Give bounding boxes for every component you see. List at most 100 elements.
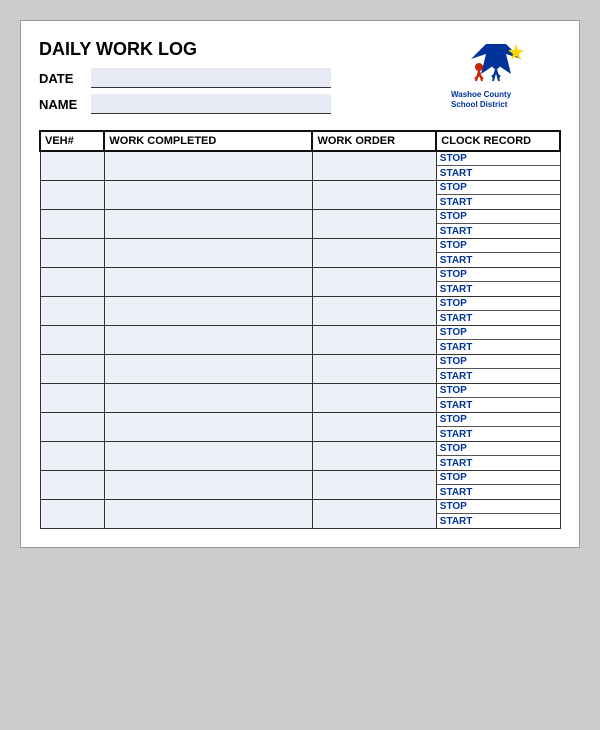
work-completed-cell[interactable] xyxy=(104,471,312,500)
header-work-completed: WORK COMPLETED xyxy=(104,131,312,151)
table-row: STOPSTART xyxy=(40,442,560,471)
page-title: DAILY WORK LOG xyxy=(39,39,431,60)
veh-cell[interactable] xyxy=(40,239,104,268)
date-label: DATE xyxy=(39,71,87,86)
clock-cell[interactable]: STOPSTART xyxy=(436,151,560,181)
clock-cell[interactable]: STOPSTART xyxy=(436,239,560,268)
work-order-cell[interactable] xyxy=(312,500,436,529)
table-row: STOPSTART xyxy=(40,326,560,355)
start-label: START xyxy=(437,195,560,209)
clock-cell[interactable]: STOPSTART xyxy=(436,500,560,529)
work-completed-cell[interactable] xyxy=(104,326,312,355)
work-completed-cell[interactable] xyxy=(104,384,312,413)
start-label: START xyxy=(437,427,560,441)
name-field-row: NAME xyxy=(39,94,431,114)
work-completed-cell[interactable] xyxy=(104,500,312,529)
work-completed-cell[interactable] xyxy=(104,268,312,297)
work-order-cell[interactable] xyxy=(312,239,436,268)
work-order-cell[interactable] xyxy=(312,355,436,384)
stop-label: STOP xyxy=(437,210,560,224)
date-field-row: DATE xyxy=(39,68,431,88)
stop-label: STOP xyxy=(437,355,560,369)
clock-cell[interactable]: STOPSTART xyxy=(436,181,560,210)
start-label: START xyxy=(437,253,560,267)
work-order-cell[interactable] xyxy=(312,268,436,297)
header-clock-record: CLOCK RECORD xyxy=(436,131,560,151)
work-order-cell[interactable] xyxy=(312,181,436,210)
work-completed-cell[interactable] xyxy=(104,239,312,268)
start-label: START xyxy=(437,166,560,180)
work-order-cell[interactable] xyxy=(312,384,436,413)
clock-cell[interactable]: STOPSTART xyxy=(436,384,560,413)
work-completed-cell[interactable] xyxy=(104,355,312,384)
work-order-cell[interactable] xyxy=(312,210,436,239)
veh-cell[interactable] xyxy=(40,384,104,413)
table-row: STOPSTART xyxy=(40,239,560,268)
stop-label: STOP xyxy=(437,239,560,253)
work-completed-cell[interactable] xyxy=(104,151,312,181)
veh-cell[interactable] xyxy=(40,326,104,355)
clock-cell[interactable]: STOPSTART xyxy=(436,413,560,442)
table-row: STOPSTART xyxy=(40,413,560,442)
table-row: STOPSTART xyxy=(40,268,560,297)
start-label: START xyxy=(437,398,560,412)
work-completed-cell[interactable] xyxy=(104,413,312,442)
table-row: STOPSTART xyxy=(40,500,560,529)
veh-cell[interactable] xyxy=(40,442,104,471)
veh-cell[interactable] xyxy=(40,268,104,297)
work-completed-cell[interactable] xyxy=(104,442,312,471)
veh-cell[interactable] xyxy=(40,500,104,529)
veh-cell[interactable] xyxy=(40,181,104,210)
name-label: NAME xyxy=(39,97,87,112)
logo-area: Washoe County School District xyxy=(431,39,561,109)
start-label: START xyxy=(437,340,560,354)
clock-cell[interactable]: STOPSTART xyxy=(436,442,560,471)
clock-cell[interactable]: STOPSTART xyxy=(436,326,560,355)
veh-cell[interactable] xyxy=(40,413,104,442)
work-table: VEH# WORK COMPLETED WORK ORDER CLOCK REC… xyxy=(39,130,561,529)
stop-label: STOP xyxy=(437,442,560,456)
table-row: STOPSTART xyxy=(40,384,560,413)
header-veh: VEH# xyxy=(40,131,104,151)
start-label: START xyxy=(437,485,560,499)
stop-label: STOP xyxy=(437,152,560,166)
veh-cell[interactable] xyxy=(40,151,104,181)
stop-label: STOP xyxy=(437,181,560,195)
table-row: STOPSTART xyxy=(40,181,560,210)
table-row: STOPSTART xyxy=(40,151,560,181)
start-label: START xyxy=(437,456,560,470)
school-district-logo: Washoe County School District xyxy=(441,39,551,109)
clock-cell[interactable]: STOPSTART xyxy=(436,268,560,297)
name-input[interactable] xyxy=(91,94,331,114)
work-completed-cell[interactable] xyxy=(104,181,312,210)
stop-label: STOP xyxy=(437,413,560,427)
clock-cell[interactable]: STOPSTART xyxy=(436,355,560,384)
header-work-order: WORK ORDER xyxy=(312,131,436,151)
work-order-cell[interactable] xyxy=(312,413,436,442)
table-row: STOPSTART xyxy=(40,471,560,500)
date-input[interactable] xyxy=(91,68,331,88)
stop-label: STOP xyxy=(437,500,560,514)
work-order-cell[interactable] xyxy=(312,297,436,326)
start-label: START xyxy=(437,224,560,238)
svg-text:School District: School District xyxy=(451,100,508,109)
work-order-cell[interactable] xyxy=(312,151,436,181)
work-order-cell[interactable] xyxy=(312,442,436,471)
start-label: START xyxy=(437,369,560,383)
table-row: STOPSTART xyxy=(40,355,560,384)
start-label: START xyxy=(437,514,560,528)
table-row: STOPSTART xyxy=(40,210,560,239)
page: DAILY WORK LOG DATE NAME xyxy=(20,20,580,548)
work-order-cell[interactable] xyxy=(312,326,436,355)
veh-cell[interactable] xyxy=(40,210,104,239)
clock-cell[interactable]: STOPSTART xyxy=(436,210,560,239)
clock-cell[interactable]: STOPSTART xyxy=(436,297,560,326)
veh-cell[interactable] xyxy=(40,355,104,384)
work-order-cell[interactable] xyxy=(312,471,436,500)
veh-cell[interactable] xyxy=(40,297,104,326)
work-completed-cell[interactable] xyxy=(104,297,312,326)
work-completed-cell[interactable] xyxy=(104,210,312,239)
stop-label: STOP xyxy=(437,471,560,485)
veh-cell[interactable] xyxy=(40,471,104,500)
clock-cell[interactable]: STOPSTART xyxy=(436,471,560,500)
